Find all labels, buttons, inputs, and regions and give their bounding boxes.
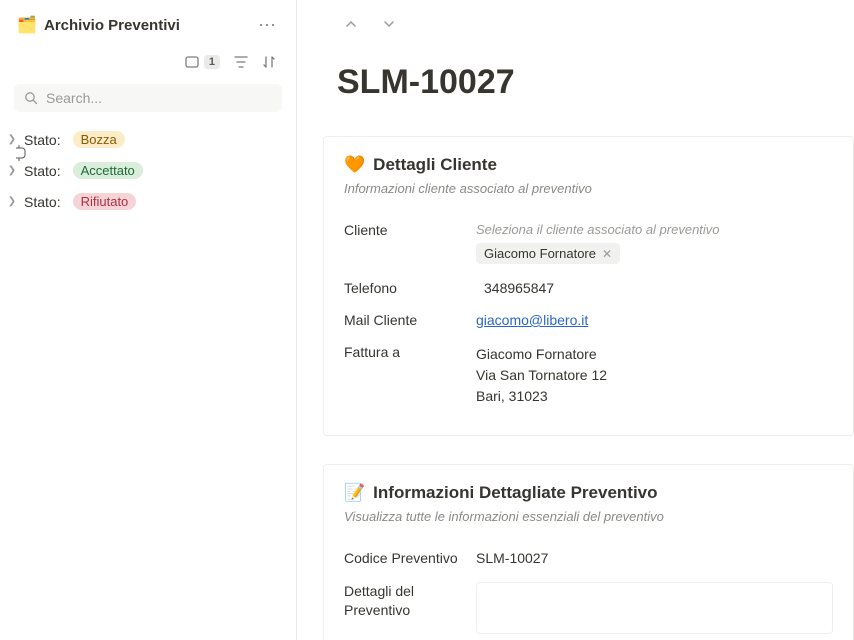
field-telefono: Telefono 348965847: [344, 272, 833, 304]
field-cliente: Cliente Seleziona il cliente associato a…: [344, 214, 833, 272]
search-box[interactable]: [14, 84, 282, 112]
search-input[interactable]: [46, 90, 272, 106]
next-record-button[interactable]: [379, 14, 399, 37]
address-line: Via San Tornatore 12: [476, 365, 607, 386]
field-codice: Codice Preventivo SLM-10027: [344, 542, 833, 574]
sidebar: 🗂️ Archivio Preventivi ⋯ 1 ❯ Stato: Bozz…: [0, 0, 297, 640]
client-chip-label: Giacomo Fornatore: [484, 246, 596, 261]
database-icon: 🗂️: [18, 16, 36, 34]
field-label: Mail Cliente: [344, 312, 476, 328]
group-label: Stato:: [24, 163, 61, 179]
field-hint: Seleziona il cliente associato al preven…: [476, 222, 720, 237]
status-badge-bozza: Bozza: [73, 131, 125, 148]
card-header: 📝 Informazioni Dettagliate Preventivo: [344, 483, 833, 503]
card-emoji: 📝: [344, 483, 365, 503]
field-value: SLM-10027: [476, 550, 548, 566]
status-badge-rifiutato: Rifiutato: [73, 193, 137, 210]
field-label: Fattura a: [344, 344, 476, 360]
group-label: Stato:: [24, 132, 61, 148]
sort-button[interactable]: [262, 55, 276, 69]
card-title: Informazioni Dettagliate Preventivo: [373, 483, 657, 503]
field-label: Codice Preventivo: [344, 550, 476, 566]
list-icon: [184, 54, 200, 70]
sidebar-toolbar: 1: [0, 46, 296, 80]
filter-icon: [234, 55, 248, 69]
record-nav: [297, 0, 854, 47]
page-title: SLM-10027: [337, 63, 854, 102]
group-row-rifiutato[interactable]: ❯ Stato: Rifiutato: [0, 186, 296, 217]
field-label: Dettagli del Preventivo: [344, 582, 476, 620]
card-title: Dettagli Cliente: [373, 155, 497, 175]
chevron-up-icon: [345, 18, 357, 30]
billing-address: Giacomo Fornatore Via San Tornatore 12 B…: [476, 344, 607, 407]
field-label: Telefono: [344, 280, 476, 296]
client-chip[interactable]: Giacomo Fornatore ✕: [476, 243, 620, 264]
view-switch-button[interactable]: 1: [184, 54, 220, 70]
field-mail: Mail Cliente giacomo@libero.it: [344, 304, 833, 336]
search-icon: [24, 91, 38, 105]
address-line: Giacomo Fornatore: [476, 344, 607, 365]
card-subtitle: Visualizza tutte le informazioni essenzi…: [344, 509, 833, 524]
card-emoji: 🧡: [344, 155, 365, 175]
more-icon[interactable]: ⋯: [254, 14, 280, 36]
status-badge-accettato: Accettato: [73, 162, 143, 179]
card-header: 🧡 Dettagli Cliente: [344, 155, 833, 175]
details-input[interactable]: [476, 582, 833, 634]
chevron-right-icon: ❯: [6, 165, 18, 176]
field-label: Cliente: [344, 222, 476, 238]
address-line: Bari, 31023: [476, 386, 607, 407]
search-wrap: [14, 84, 282, 112]
main-panel: SLM-10027 🧡 Dettagli Cliente Informazion…: [297, 0, 854, 640]
card-subtitle: Informazioni cliente associato al preven…: [344, 181, 833, 196]
filter-button[interactable]: [234, 55, 248, 69]
prev-record-button[interactable]: [341, 14, 361, 37]
sidebar-header: 🗂️ Archivio Preventivi ⋯: [0, 0, 296, 46]
chevron-down-icon: [383, 18, 395, 30]
chevron-right-icon: ❯: [6, 134, 18, 145]
close-icon[interactable]: ✕: [602, 247, 612, 261]
field-dettagli: Dettagli del Preventivo: [344, 574, 833, 640]
group-row-bozza[interactable]: ❯ Stato: Bozza: [0, 124, 296, 155]
field-fattura: Fattura a Giacomo Fornatore Via San Torn…: [344, 336, 833, 415]
sidebar-title: Archivio Preventivi: [44, 17, 246, 34]
group-label: Stato:: [24, 194, 61, 210]
chevron-right-icon: ❯: [6, 196, 18, 207]
view-count-badge: 1: [204, 55, 220, 69]
field-value: 348965847: [476, 280, 554, 296]
sort-icon: [262, 55, 276, 69]
card-quote-info: 📝 Informazioni Dettagliate Preventivo Vi…: [323, 464, 854, 640]
card-client-details: 🧡 Dettagli Cliente Informazioni cliente …: [323, 136, 854, 436]
group-row-accettato[interactable]: ❯ Stato: Accettato: [0, 155, 296, 186]
mail-link[interactable]: giacomo@libero.it: [476, 312, 588, 328]
